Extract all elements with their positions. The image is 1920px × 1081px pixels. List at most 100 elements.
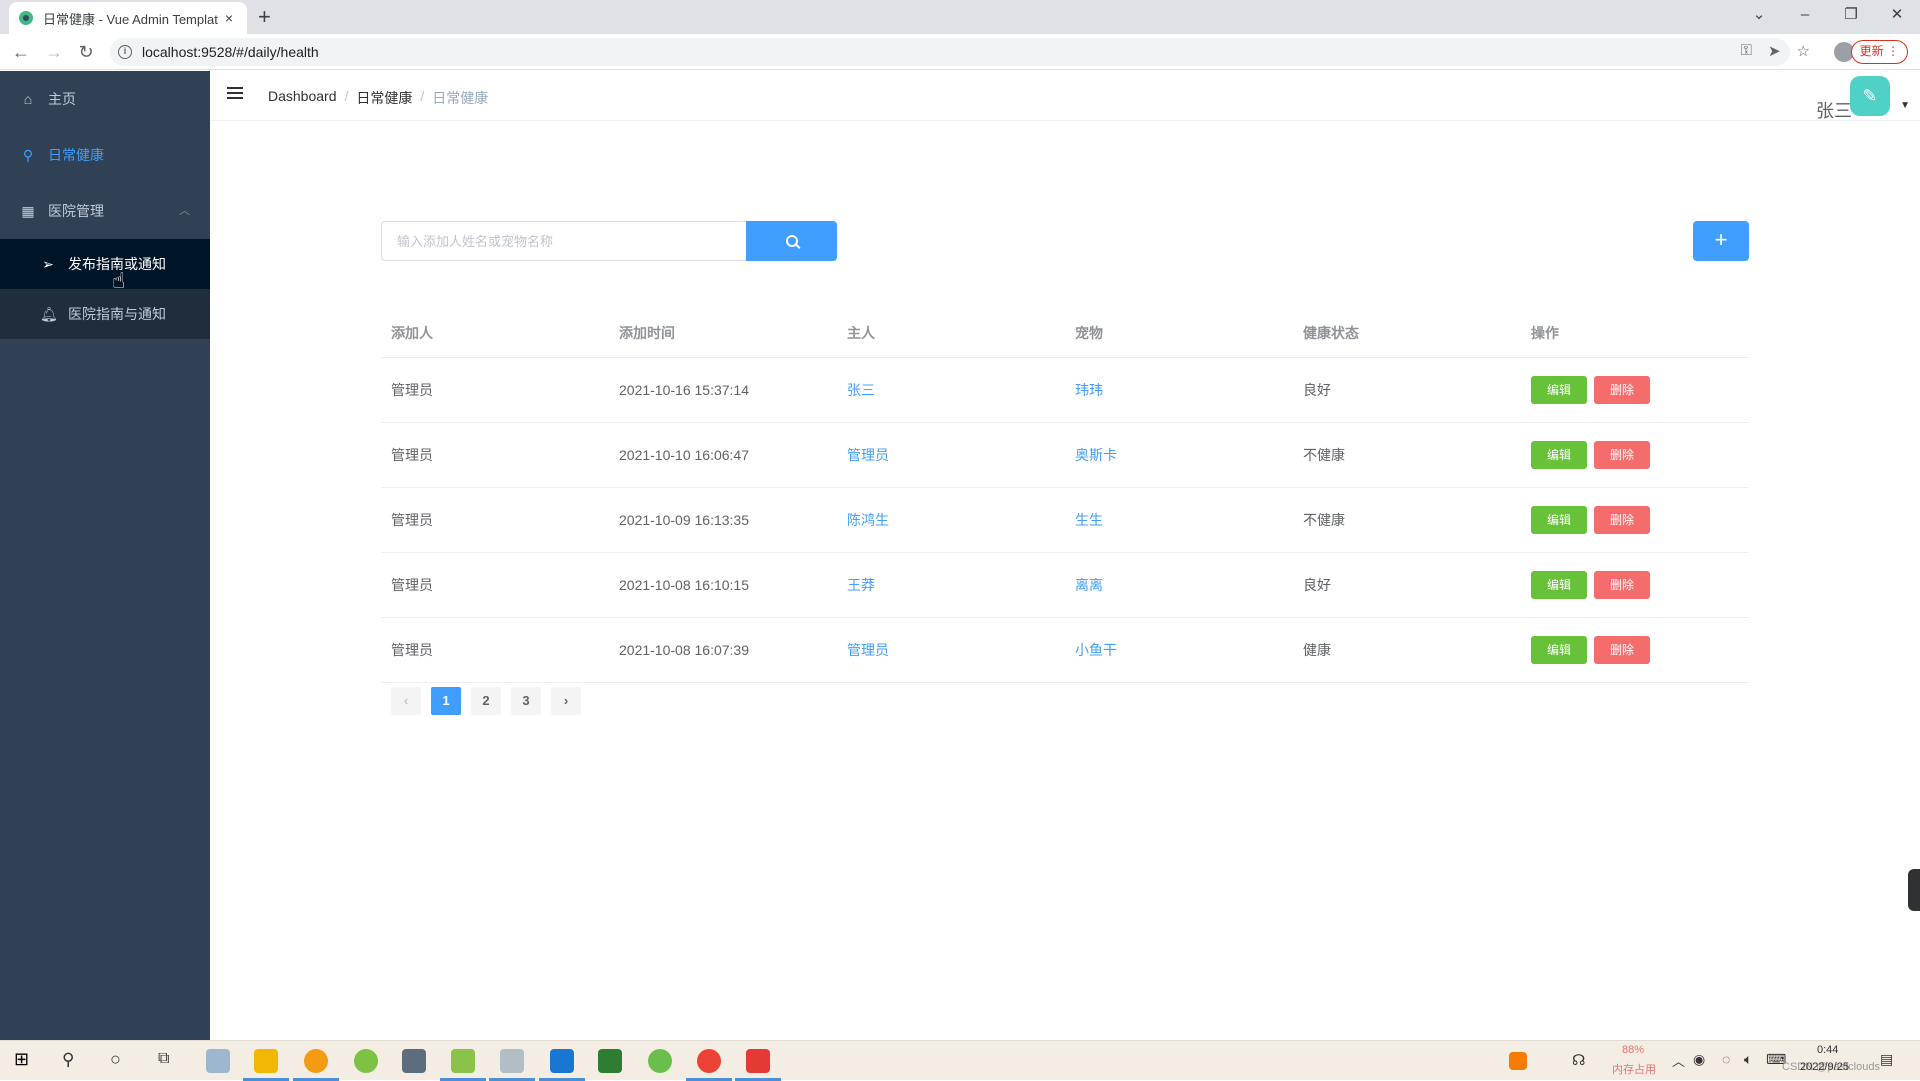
- breadcrumb-dashboard[interactable]: Dashboard: [268, 88, 337, 108]
- search-button[interactable]: [746, 221, 837, 261]
- sidebar-item-home[interactable]: ⌂ 主页: [0, 71, 210, 127]
- delete-button[interactable]: 删除: [1594, 376, 1650, 404]
- url-text[interactable]: localhost:9528/#/daily/health: [142, 44, 319, 60]
- sidebar-item-label: 医院指南与通知: [68, 306, 166, 322]
- bookmark-star-icon[interactable]: ☆: [1797, 42, 1810, 60]
- add-record-button[interactable]: +: [1693, 221, 1749, 261]
- status-cell: 良好: [1303, 577, 1331, 593]
- user-name[interactable]: 张三: [1816, 97, 1852, 123]
- column-header: 主人: [847, 324, 875, 341]
- wps-icon[interactable]: [746, 1049, 770, 1073]
- delete-button[interactable]: 删除: [1594, 441, 1650, 469]
- edit-button[interactable]: 编辑: [1531, 571, 1587, 599]
- close-window-button[interactable]: ✕: [1874, 0, 1920, 34]
- tab-close-icon[interactable]: ×: [221, 10, 237, 26]
- actions-cell: 编辑 删除: [1521, 506, 1749, 534]
- notepad-icon[interactable]: [451, 1049, 475, 1073]
- next-page-button[interactable]: ›: [551, 687, 581, 715]
- bell-icon: 🔔︎: [40, 305, 58, 322]
- edit-button[interactable]: 编辑: [1531, 441, 1587, 469]
- task-view-icon[interactable]: ⧉: [158, 1050, 169, 1068]
- chrome-icon[interactable]: [697, 1049, 721, 1073]
- delete-button[interactable]: 删除: [1594, 506, 1650, 534]
- hbuilder-icon[interactable]: [598, 1049, 622, 1073]
- minimize-button[interactable]: –: [1782, 0, 1828, 34]
- app-icon[interactable]: [206, 1049, 230, 1073]
- owner-link[interactable]: 管理员: [837, 640, 1065, 660]
- clock-time[interactable]: 0:44: [1817, 1044, 1838, 1056]
- sidebar-item-hospital-notices[interactable]: 🔔︎ 医院指南与通知: [0, 289, 210, 339]
- time-cell: 2021-10-16 15:37:14: [619, 382, 749, 398]
- edit-button[interactable]: 编辑: [1531, 376, 1587, 404]
- site-info-icon[interactable]: i: [118, 45, 132, 59]
- browser-tab[interactable]: 日常健康 - Vue Admin Templat ×: [9, 2, 247, 34]
- update-button[interactable]: 更新 ⋮: [1850, 40, 1908, 64]
- status-cell: 良好: [1303, 382, 1331, 398]
- file-explorer-icon[interactable]: [254, 1049, 278, 1073]
- owner-link[interactable]: 陈鸿生: [837, 510, 1065, 530]
- prev-page-button[interactable]: ‹: [391, 687, 421, 715]
- key-icon[interactable]: ⚿: [1741, 42, 1752, 60]
- tray-chevron-icon[interactable]: ︿: [1672, 1051, 1685, 1070]
- app-green-icon[interactable]: [354, 1049, 378, 1073]
- url-bar[interactable]: i localhost:9528/#/daily/health: [110, 38, 1790, 66]
- clock-date[interactable]: 2022/9/25: [1800, 1061, 1849, 1073]
- page-button[interactable]: 1: [431, 687, 461, 715]
- column-header: 操作: [1531, 324, 1559, 341]
- windows-start-icon[interactable]: ⊞: [14, 1049, 29, 1070]
- page-button[interactable]: 3: [511, 687, 541, 715]
- sidebar-item-label: 主页: [48, 91, 76, 107]
- sidebar-item-publish-notice[interactable]: ➢ 发布指南或通知: [0, 239, 210, 289]
- volume-icon[interactable]: 🔈︎: [1744, 1051, 1752, 1068]
- notification-icon[interactable]: ▤: [1880, 1051, 1893, 1068]
- actions-cell: 编辑 删除: [1521, 376, 1749, 404]
- new-tab-button[interactable]: +: [258, 4, 271, 30]
- edit-button[interactable]: 编辑: [1531, 636, 1587, 664]
- owner-link[interactable]: 张三: [837, 380, 1065, 400]
- memory-percent: 88%: [1622, 1044, 1645, 1056]
- tab-search-icon[interactable]: ⌄: [1736, 0, 1782, 34]
- actions-cell: 编辑 删除: [1521, 636, 1749, 664]
- hand-cursor-icon: ☝: [112, 268, 126, 293]
- pet-link[interactable]: 生生: [1065, 510, 1293, 530]
- sidebar-item-hospital[interactable]: ▦ 医院管理 ︿: [0, 183, 210, 239]
- cortana-icon[interactable]: ○: [110, 1049, 121, 1070]
- settings-tool-icon[interactable]: [500, 1049, 524, 1073]
- forward-arrow-icon[interactable]: →: [42, 40, 66, 64]
- pet-link[interactable]: 玮玮: [1065, 380, 1293, 400]
- breadcrumb: Dashboard / 日常健康 / 日常健康: [268, 88, 488, 108]
- reload-icon[interactable]: ↻: [74, 40, 98, 64]
- pet-link[interactable]: 小鱼干: [1065, 640, 1293, 660]
- edit-button[interactable]: 编辑: [1531, 506, 1587, 534]
- avatar[interactable]: ✎: [1850, 76, 1890, 116]
- owner-link[interactable]: 王莽: [837, 575, 1065, 595]
- pet-link[interactable]: 离离: [1065, 575, 1293, 595]
- hospital-submenu: ➢ 发布指南或通知 🔔︎ 医院指南与通知: [0, 239, 210, 339]
- caret-down-icon[interactable]: ▼: [1900, 100, 1910, 111]
- table-header: 添加人 添加时间 主人 宠物 健康状态 操作: [381, 308, 1749, 358]
- qq-icon[interactable]: ◉: [1693, 1051, 1705, 1068]
- settings-drawer-handle[interactable]: [1908, 869, 1920, 911]
- delete-button[interactable]: 删除: [1594, 571, 1650, 599]
- delete-button[interactable]: 删除: [1594, 636, 1650, 664]
- people-icon[interactable]: ☊: [1572, 1051, 1585, 1069]
- sidebar-item-daily-health[interactable]: ⚲ 日常健康: [0, 127, 210, 183]
- maximize-button[interactable]: ❐: [1828, 0, 1874, 34]
- search-taskbar-icon[interactable]: ⚲: [62, 1050, 74, 1070]
- app-window-icon[interactable]: [402, 1049, 426, 1073]
- spring-icon[interactable]: [648, 1049, 672, 1073]
- input-method-icon[interactable]: [1509, 1052, 1527, 1070]
- search-input[interactable]: [381, 221, 746, 261]
- address-toolbar: ← → ↻ i localhost:9528/#/daily/health ⚿ …: [0, 34, 1920, 70]
- send-tab-icon[interactable]: ➤: [1768, 42, 1781, 60]
- search-tool-icon[interactable]: [304, 1049, 328, 1073]
- meeting-icon[interactable]: [550, 1049, 574, 1073]
- breadcrumb-separator: /: [420, 88, 425, 104]
- owner-link[interactable]: 管理员: [837, 445, 1065, 465]
- hamburger-menu-icon[interactable]: [227, 87, 243, 101]
- breadcrumb-daily-health[interactable]: 日常健康: [356, 88, 412, 108]
- page-button[interactable]: 2: [471, 687, 501, 715]
- back-arrow-icon[interactable]: ←: [9, 40, 33, 64]
- network-icon[interactable]: ◌: [1722, 1051, 1730, 1067]
- pet-link[interactable]: 奥斯卡: [1065, 445, 1293, 465]
